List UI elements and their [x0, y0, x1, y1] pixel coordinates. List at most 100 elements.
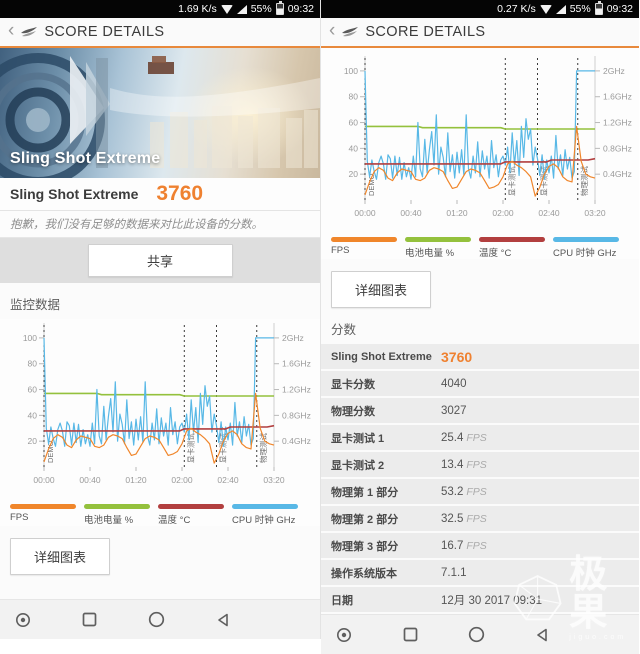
network-speed: 0.27 K/s: [497, 3, 536, 15]
svg-text:100: 100: [344, 66, 358, 76]
legend-item: FPS: [331, 237, 397, 259]
right-screenshot-panel: 0.27 K/s 55% 09:32 ‹ SCORE DETAILS 200.4…: [320, 0, 639, 639]
score-table-row: 物理第 2 部分32.5FPS: [321, 506, 639, 531]
score-table-row: 显卡分数4040: [321, 371, 639, 396]
network-speed: 1.69 K/s: [178, 3, 217, 15]
score-row-label: 显卡分数: [331, 376, 441, 392]
svg-text:01:20: 01:20: [446, 208, 468, 218]
back-chevron-icon[interactable]: ‹: [8, 21, 14, 40]
svg-text:00:40: 00:40: [79, 475, 101, 485]
screen-record-icon[interactable]: [335, 626, 353, 644]
score-benchmark-name: Sling Shot Extreme: [10, 186, 138, 202]
score-row-value: 7.1.1: [441, 567, 467, 579]
battery-icon: [595, 3, 603, 15]
score-row-label: 显卡测试 2: [331, 457, 441, 473]
legend-color-bar: [158, 504, 224, 509]
score-row-value: 4040: [441, 378, 467, 390]
legend-item: FPS: [10, 504, 76, 526]
svg-text:2GHz: 2GHz: [603, 66, 625, 76]
score-table: Sling Shot Extreme3760显卡分数4040物理分数3027显卡…: [321, 344, 639, 614]
detailed-chart-button[interactable]: 详细图表: [10, 538, 110, 575]
svg-text:80: 80: [28, 359, 38, 369]
detailed-chart-button[interactable]: 详细图表: [331, 271, 431, 308]
recents-square-icon[interactable]: [81, 611, 99, 629]
score-row-value: 25.4FPS: [441, 432, 487, 444]
share-band: 共享: [0, 238, 320, 283]
signal-icon: [556, 5, 566, 14]
back-triangle-icon[interactable]: [214, 611, 232, 629]
score-value: 3760: [156, 182, 203, 206]
svg-text:1.6GHz: 1.6GHz: [603, 92, 632, 102]
score-row-value: 12月 30 2017 09:31: [441, 592, 542, 608]
no-comparison-note: 抱歉，我们没有足够的数据来对比此设备的分数。: [0, 211, 320, 238]
svg-text:03:20: 03:20: [584, 208, 606, 218]
score-row-value: 3760: [441, 349, 472, 365]
signal-icon: [237, 5, 247, 14]
back-triangle-icon[interactable]: [533, 626, 551, 644]
legend-label: 电池电量 %: [84, 512, 150, 526]
clock: 09:32: [288, 3, 314, 15]
home-circle-icon[interactable]: [467, 626, 485, 644]
legend-color-bar: [10, 504, 76, 509]
score-table-row: 物理第 3 部分16.7FPS: [321, 533, 639, 558]
score-row-unit: FPS: [466, 513, 486, 525]
score-row-label: 物理第 3 部分: [331, 538, 441, 554]
svg-text:1.2GHz: 1.2GHz: [603, 118, 632, 128]
score-row-value: 13.4FPS: [441, 459, 487, 471]
score-row-value: 32.5FPS: [441, 513, 487, 525]
svg-text:1.2GHz: 1.2GHz: [282, 385, 311, 395]
score-table-row: 物理第 1 部分53.2FPS: [321, 479, 639, 504]
left-screenshot-panel: 1.69 K/s 55% 09:32 ‹ SCORE DETAILS: [0, 0, 320, 639]
legend-color-bar: [405, 237, 471, 242]
legend-label: 温度 °C: [158, 512, 224, 526]
legend-color-bar: [232, 504, 298, 509]
score-row-label: Sling Shot Extreme: [331, 351, 441, 363]
page-title: SCORE DETAILS: [44, 24, 164, 40]
3dmark-logo-icon: [19, 24, 39, 40]
wifi-icon: [540, 5, 552, 14]
score-row-unit: FPS: [466, 540, 486, 552]
battery-percent: 55%: [251, 3, 272, 15]
monitoring-chart: 200.4GHz400.8GHz601.2GHz801.6GHz1002GHz0…: [0, 319, 320, 526]
score-row-unit: FPS: [466, 486, 486, 498]
monitoring-chart-svg: 200.4GHz400.8GHz601.2GHz801.6GHz1002GHz0…: [0, 319, 320, 502]
score-table-row: 显卡测试 213.4FPS: [321, 452, 639, 477]
monitoring-chart: 200.4GHz400.8GHz601.2GHz801.6GHz1002GHz0…: [321, 48, 639, 259]
svg-text:0.4GHz: 0.4GHz: [282, 436, 311, 446]
wifi-icon: [221, 5, 233, 14]
legend-label: CPU 时钟 GHz: [553, 245, 619, 259]
legend-item: 温度 °C: [158, 504, 224, 526]
legend-label: FPS: [331, 245, 397, 256]
hero-benchmark-title: Sling Shot Extreme: [10, 150, 160, 168]
legend-color-bar: [479, 237, 545, 242]
score-row-label: 物理第 2 部分: [331, 511, 441, 527]
back-chevron-icon[interactable]: ‹: [329, 21, 335, 40]
3dmark-logo-icon: [340, 24, 360, 40]
recents-square-icon[interactable]: [401, 626, 419, 644]
score-row-unit: FPS: [466, 432, 486, 444]
svg-text:0.8GHz: 0.8GHz: [282, 410, 311, 420]
home-circle-icon[interactable]: [147, 611, 165, 629]
share-button[interactable]: 共享: [88, 244, 233, 277]
legend-item: 电池电量 %: [84, 504, 150, 526]
page-title: SCORE DETAILS: [365, 24, 485, 40]
legend-label: 电池电量 %: [405, 245, 471, 259]
benchmark-hero-image: Sling Shot Extreme: [0, 48, 320, 178]
score-row-value: 53.2FPS: [441, 486, 487, 498]
svg-text:00:40: 00:40: [400, 208, 422, 218]
legend-color-bar: [331, 237, 397, 242]
score-row-label: 物理分数: [331, 403, 441, 419]
score-table-row: 日期12月 30 2017 09:31: [321, 587, 639, 612]
svg-text:60: 60: [28, 385, 38, 395]
legend-label: FPS: [10, 512, 76, 523]
status-bar: 0.27 K/s 55% 09:32: [321, 0, 639, 18]
svg-text:02:40: 02:40: [217, 475, 239, 485]
svg-text:00:00: 00:00: [354, 208, 376, 218]
chart-legend: FPS电池电量 %温度 °CCPU 时钟 GHz: [0, 502, 320, 526]
screen-record-icon[interactable]: [14, 611, 32, 629]
score-row-label: 日期: [331, 592, 441, 608]
svg-text:02:40: 02:40: [538, 208, 560, 218]
score-table-row: 操作系统版本7.1.1: [321, 560, 639, 585]
score-row-value: 3027: [441, 405, 467, 417]
battery-icon: [276, 3, 284, 15]
